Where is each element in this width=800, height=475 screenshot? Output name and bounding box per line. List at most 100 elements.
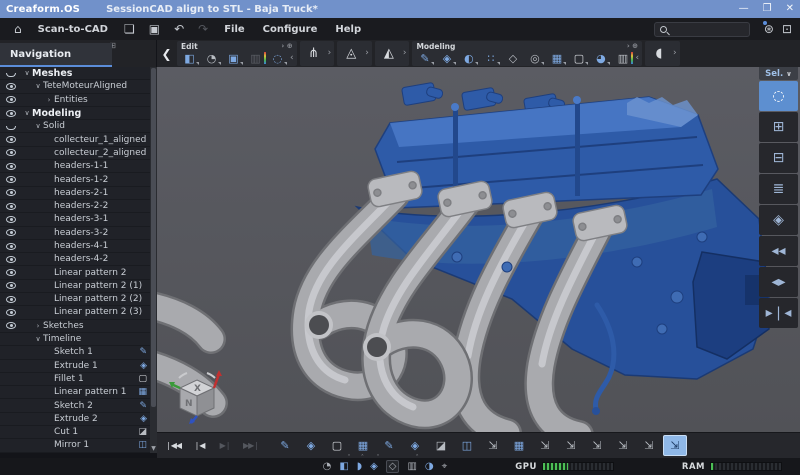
visibility-eye-icon[interactable] (6, 83, 16, 90)
tree-expander-icon[interactable]: ∨ (33, 82, 43, 90)
menu-help[interactable]: Help (327, 22, 369, 37)
tree-row[interactable]: ∨Modeling (0, 107, 150, 120)
tree-row[interactable]: collecteur_2_aligned (0, 147, 150, 160)
mesh-transfer-icon[interactable]: ◭ (377, 43, 401, 63)
rectangle-selection-icon[interactable]: ▣ (223, 50, 244, 66)
tree-expander-icon[interactable]: › (33, 322, 43, 330)
visibility-eye-icon[interactable] (6, 189, 16, 196)
tree-expander-icon[interactable]: ∨ (22, 69, 32, 77)
tree-row[interactable]: ∨Timeline (0, 333, 150, 346)
wireframe-toggle-icon[interactable]: ◇ (386, 460, 400, 473)
collapse-panel-button[interactable]: ❮ (159, 41, 174, 66)
sweep-surface-icon[interactable]: ◕ (590, 50, 611, 66)
visibility-eye-icon[interactable] (6, 322, 16, 329)
group-more-icon[interactable]: › ⊕ (627, 42, 638, 50)
tree-expander-icon[interactable]: › (44, 96, 54, 104)
step-sketch-icon[interactable]: ✎ (273, 435, 297, 456)
sketch-icon[interactable]: ✎ (414, 50, 435, 66)
tree-row[interactable]: headers-1-2 (0, 173, 150, 186)
tree-row[interactable]: Sketch 2✎ (0, 399, 150, 412)
tree-row[interactable]: headers-2-2 (0, 200, 150, 213)
origin-axes-icon[interactable]: ⌖ (442, 461, 448, 472)
select-mesh-brush-icon[interactable]: ◧ (179, 50, 200, 66)
tree-row[interactable]: headers-4-2 (0, 253, 150, 266)
mesh-shading-icon[interactable]: ◑ (425, 461, 434, 472)
group-expand-icon[interactable]: › (364, 48, 370, 58)
freeform-selection-icon[interactable]: ◌ (267, 50, 288, 66)
select-visible-icon[interactable]: ◈ (759, 205, 798, 235)
tree-row[interactable]: collecteur_1_aligned (0, 133, 150, 146)
tree-row[interactable]: Linear pattern 2 (0, 266, 150, 279)
linear-pattern-icon[interactable]: ▦ (546, 50, 567, 66)
fillet-icon[interactable]: ▢ (568, 50, 589, 66)
tab-navigation[interactable]: Navigation (0, 43, 112, 67)
home-icon[interactable]: ⌂ (8, 21, 28, 37)
tree-row[interactable]: ∨Meshes (0, 67, 150, 80)
visibility-eye-icon[interactable] (6, 256, 16, 263)
menu-configure[interactable]: Configure (255, 22, 326, 37)
tree-expander-icon[interactable]: ∨ (33, 335, 43, 343)
freeform-selection-icon[interactable]: ◌ (759, 81, 798, 111)
group-expand-icon[interactable]: › (672, 48, 678, 58)
tree-row[interactable]: Mirror 1◫ (0, 439, 150, 452)
step-extrude-icon[interactable]: ◈ (299, 435, 323, 456)
visibility-eye-icon[interactable] (6, 126, 16, 130)
group-expand-icon[interactable]: › (402, 48, 408, 58)
tree-row[interactable]: headers-3-1 (0, 213, 150, 226)
solid-visibility-icon[interactable]: ◈ (370, 461, 378, 472)
go-first-step-icon[interactable]: ❘◀◀ (161, 435, 185, 456)
step-mirror-icon[interactable]: ◫ (455, 435, 479, 456)
tree-row[interactable]: Linear pattern 2 (3) (0, 306, 150, 319)
visibility-eye-icon[interactable] (6, 216, 16, 223)
menu-file[interactable]: File (216, 22, 252, 37)
feedback-icon[interactable]: ⊡ (782, 22, 792, 36)
smooth-mesh-icon[interactable]: ◔ (201, 50, 222, 66)
language-globe-icon[interactable]: ⊛ (764, 22, 774, 36)
group-expand-icon[interactable]: › (327, 48, 333, 58)
step-extrude-icon[interactable]: ◈ (403, 435, 427, 456)
step-linear-pattern-icon[interactable]: ▦ (351, 435, 375, 456)
tree-row[interactable]: ∨Solid (0, 120, 150, 133)
maximize-button[interactable]: ❐ (763, 4, 772, 14)
invert-selection-icon[interactable]: ◂▸ (759, 267, 798, 297)
deviation-analysis-icon[interactable]: ▥ (245, 50, 266, 66)
step-fillet-icon[interactable]: ▢ (325, 435, 349, 456)
visibility-eye-icon[interactable] (6, 296, 16, 303)
surface-visibility-icon[interactable]: ◗ (357, 461, 362, 472)
visibility-eye-icon[interactable] (6, 282, 16, 289)
tree-scrollbar[interactable]: ▼ (150, 67, 157, 453)
flip-normals-icon[interactable]: ◂◂ (759, 236, 798, 266)
step-move-body-icon[interactable]: ⇲ (637, 435, 661, 456)
previous-step-icon[interactable]: ❘◀ (187, 435, 211, 456)
visibility-eye-icon[interactable] (6, 203, 16, 210)
close-button[interactable]: ✕ (786, 4, 794, 14)
tree-row[interactable]: headers-1-1 (0, 160, 150, 173)
tree-expander-icon[interactable]: ∨ (33, 122, 43, 130)
new-document-icon[interactable]: ❏ (118, 21, 141, 37)
mirror-selection-icon[interactable]: ▸❘◂ (759, 298, 798, 328)
step-move-body-icon[interactable]: ⇲ (559, 435, 583, 456)
menu-scan-to-cad[interactable]: Scan-to-CAD (30, 22, 116, 37)
group-more-icon[interactable]: › ⊕ (281, 42, 292, 50)
step-combine-icon[interactable]: ⇲ (481, 435, 505, 456)
tree-row[interactable]: Fillet 1▢ (0, 373, 150, 386)
step-move-body-icon[interactable]: ⇲ (611, 435, 635, 456)
tree-row[interactable]: Linear pattern 2 (2) (0, 293, 150, 306)
pattern-features-icon[interactable]: ∷ (480, 50, 501, 66)
visibility-eye-icon[interactable] (6, 73, 16, 77)
step-move-body-icon[interactable]: ⇲ (663, 435, 687, 456)
visibility-eye-icon[interactable] (6, 269, 16, 276)
tree-row[interactable]: ›Sketches (0, 320, 150, 333)
visibility-eye-icon[interactable] (6, 229, 16, 236)
extrude-icon[interactable]: ◈ (436, 50, 457, 66)
shrink-selection-icon[interactable]: ⊟ (759, 143, 798, 173)
visibility-eye-icon[interactable] (6, 96, 16, 103)
view-cube[interactable]: X N (169, 368, 225, 424)
deviation-display-icon[interactable]: ▥ (407, 461, 416, 472)
selection-mode-dropdown[interactable]: Sel. ∨ (759, 67, 798, 80)
undo-icon[interactable]: ↶ (168, 21, 190, 37)
tree-row[interactable]: headers-4-1 (0, 240, 150, 253)
step-linear-pattern-icon[interactable]: ▦ (507, 435, 531, 456)
tree-row[interactable]: Extrude 2◈ (0, 413, 150, 426)
step-sketch-icon[interactable]: ✎ (377, 435, 401, 456)
